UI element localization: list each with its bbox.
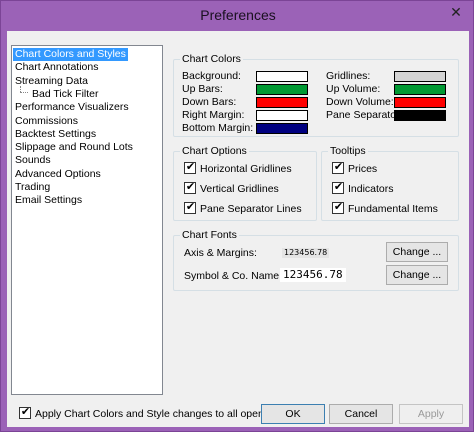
symbol-font-change-button[interactable]: Change ... [386,265,448,285]
chart-colors-group: Chart Colors Background: Up Bars: Down Bar… [173,53,459,137]
chart-option-checkbox[interactable]: ✔ Vertical Gridlines [184,181,279,196]
tree-item-label: Backtest Settings [15,127,97,140]
tree-item[interactable]: Trading [13,181,52,194]
tree-item[interactable]: Backtest Settings [13,128,98,141]
chart-options-group: Chart Options ✔ Horizontal Gridlines ✔ Vert… [173,145,317,221]
tree-item-label: Chart Annotations [15,61,99,74]
color-swatch[interactable] [394,97,446,108]
color-label: Pane Separator: [326,109,403,121]
tree-connector [20,92,28,93]
tree-item[interactable]: Sounds [13,154,53,167]
check-icon: ✔ [185,201,196,213]
tooltip-option-label: Fundamental Items [348,203,438,215]
color-swatch[interactable] [394,84,446,95]
tree-item-label: Trading [15,181,51,193]
symbol-name-label: Symbol & Co. Name: [184,270,283,282]
settings-tree[interactable]: Chart Colors and Styles Chart Annotations… [11,45,163,395]
ok-button[interactable]: OK [261,404,325,424]
checkbox-box[interactable]: ✔ [184,161,196,174]
tree-item-label: Advanced Options [15,167,101,180]
chart-option-checkbox[interactable]: ✔ Horizontal Gridlines [184,161,292,176]
tooltips-group: Tooltips ✔ Prices ✔ Indicators ✔ Fundamental … [321,145,459,221]
color-label: Up Volume: [326,83,381,95]
chart-option-checkbox[interactable]: ✔ Pane Separator Lines [184,201,302,216]
dialog-body: Chart Colors and Styles Chart Annotations… [7,31,469,427]
window-title: Preferences [200,7,276,23]
tree-item[interactable]: Streaming Data [13,75,90,88]
tree-item[interactable]: Chart Annotations [13,61,100,74]
color-label: Down Volume: [326,96,394,108]
color-label: Bottom Margin: [182,122,254,134]
tree-item-label: Email Settings [15,194,83,207]
tooltips-title: Tooltips [328,145,368,157]
checkbox-box[interactable]: ✔ [19,406,31,419]
tree-item-label: Streaming Data [15,74,88,87]
title-bar[interactable]: Preferences ✕ [1,1,474,31]
apply-all-charts-checkbox[interactable]: ✔ Apply Chart Colors and Style changes to… [19,406,298,421]
chart-option-label: Horizontal Gridlines [200,163,292,175]
tree-item-label: Sounds [15,154,51,167]
chart-option-label: Vertical Gridlines [200,183,279,195]
tree-item[interactable]: Bad Tick Filter [30,88,101,101]
tree-item[interactable]: Chart Colors and Styles [13,48,128,61]
color-label: Gridlines: [326,70,371,82]
close-icon[interactable]: ✕ [445,2,467,22]
cancel-button[interactable]: Cancel [329,404,393,424]
check-icon: ✔ [333,181,344,193]
axis-font-sample: 123456.78 [282,248,330,258]
axis-margins-label: Axis & Margins: [184,247,257,259]
chart-options-title: Chart Options [180,145,249,157]
tree-item[interactable]: Advanced Options [13,168,103,181]
check-icon: ✔ [185,161,196,173]
tree-item-label: Commissions [15,114,79,127]
tooltip-option-label: Prices [348,163,378,175]
checkbox-box[interactable]: ✔ [332,181,344,194]
tree-item-label: Chart Colors and Styles [15,48,126,60]
apply-all-charts-label: Apply Chart Colors and Style changes to … [35,408,298,420]
check-icon: ✔ [20,406,31,418]
checkbox-box[interactable]: ✔ [184,201,196,214]
tooltip-option-label: Indicators [348,183,394,195]
color-swatch[interactable] [256,84,308,95]
tree-item[interactable]: Commissions [13,115,80,128]
tooltip-option-checkbox[interactable]: ✔ Indicators [332,181,394,196]
apply-button[interactable]: Apply [399,404,463,424]
color-swatch[interactable] [256,97,308,108]
tree-item[interactable]: Performance Visualizers [13,101,131,114]
color-swatch[interactable] [256,123,308,134]
color-label: Up Bars: [182,83,223,95]
checkbox-box[interactable]: ✔ [184,181,196,194]
tooltip-option-checkbox[interactable]: ✔ Prices [332,161,378,176]
tree-item[interactable]: Email Settings [13,194,84,207]
color-label: Down Bars: [182,96,237,108]
tree-item[interactable]: Slippage and Round Lots [13,141,135,154]
check-icon: ✔ [185,181,196,193]
chart-fonts-title: Chart Fonts [180,229,239,241]
checkbox-box[interactable]: ✔ [332,161,344,174]
color-swatch[interactable] [394,71,446,82]
color-swatch[interactable] [256,110,308,121]
color-label: Right Margin: [182,109,245,121]
axis-font-change-button[interactable]: Change ... [386,242,448,262]
chart-colors-title: Chart Colors [180,53,243,65]
color-swatch[interactable] [256,71,308,82]
chart-fonts-group: Chart Fonts Axis & Margins: 123456.78 Ch… [173,229,459,291]
tooltip-option-checkbox[interactable]: ✔ Fundamental Items [332,201,438,216]
check-icon: ✔ [333,201,344,213]
check-icon: ✔ [333,161,344,173]
color-swatch[interactable] [394,110,446,121]
checkbox-box[interactable]: ✔ [332,201,344,214]
chart-option-label: Pane Separator Lines [200,203,302,215]
preferences-window: Preferences ✕ Chart Colors and Styles Cha… [0,0,474,432]
color-label: Background: [182,70,241,82]
symbol-font-sample: 123456.78 [280,268,346,282]
tree-item-label: Bad Tick Filter [32,87,99,100]
tree-item-label: Performance Visualizers [15,101,129,114]
tree-item-label: Slippage and Round Lots [15,141,133,154]
